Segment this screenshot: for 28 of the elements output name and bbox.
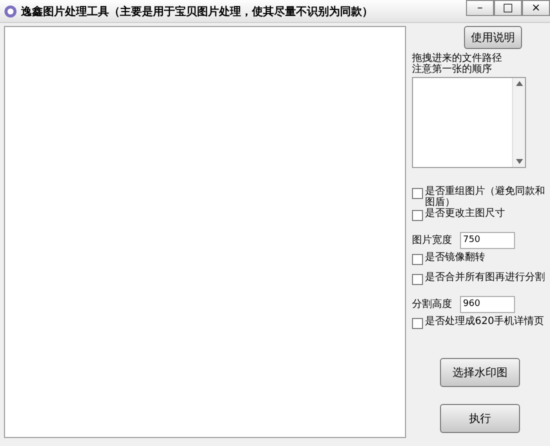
field-label: 分割高度 <box>412 298 452 311</box>
watermark-button[interactable]: 选择水印图 <box>440 358 520 387</box>
run-button[interactable]: 执行 <box>440 404 520 433</box>
input-field[interactable]: 750 <box>460 232 515 248</box>
caption-text: 注意第一张的顺序 <box>412 64 493 75</box>
field-label: 图片宽度 <box>412 234 452 247</box>
help-button[interactable]: 使用说明 <box>464 26 522 49</box>
scroll-up-icon[interactable] <box>516 81 522 86</box>
scrollbar[interactable] <box>512 78 525 167</box>
file-list[interactable] <box>412 77 526 168</box>
scroll-down-icon[interactable] <box>516 159 522 164</box>
checkbox[interactable] <box>412 210 423 221</box>
checkbox-label: 是否处理成620手机详情页 <box>425 316 546 327</box>
caption-text: 拖拽进来的文件路径 <box>412 53 502 64</box>
checkbox-label: 是否镜像翻转 <box>425 252 486 263</box>
checkbox[interactable] <box>412 254 423 265</box>
input-field[interactable]: 960 <box>460 296 515 312</box>
maximize-button[interactable]: □ <box>494 0 522 16</box>
minimize-button[interactable]: – <box>466 0 494 16</box>
checkbox[interactable] <box>412 274 423 285</box>
app-logo-icon <box>4 4 17 18</box>
close-button[interactable]: × <box>522 0 550 16</box>
window-title: 逸鑫图片处理工具（主要是用于宝贝图片处理，使其尽量不识别为同款） <box>21 4 374 18</box>
checkbox-label: 是否更改主图尺寸 <box>425 208 506 219</box>
checkbox[interactable] <box>412 318 423 329</box>
checkbox-label: 是否合并所有图再进行分割 <box>425 272 546 283</box>
checkbox[interactable] <box>412 188 423 199</box>
checkbox-label: 是否重组图片（避免同款和图盾） <box>425 186 546 208</box>
